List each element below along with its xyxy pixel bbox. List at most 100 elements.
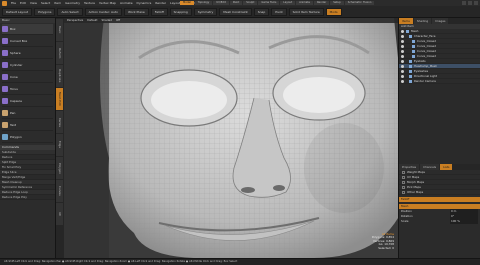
category-tab[interactable]: UV <box>56 203 63 225</box>
item-type-icon <box>412 39 415 43</box>
vertex-map-row[interactable]: Other Maps <box>399 190 480 195</box>
item-label: Curve_Closed <box>417 44 437 48</box>
visibility-eye-icon[interactable] <box>401 29 404 33</box>
visibility-eye-icon[interactable] <box>401 49 404 53</box>
toolbar-button[interactable]: Falloff <box>150 7 168 16</box>
layout-tab[interactable]: Render <box>314 1 330 5</box>
tool-label: Curved Box <box>10 39 28 43</box>
expand-checkbox-icon[interactable] <box>402 171 405 174</box>
visibility-eye-icon[interactable] <box>401 39 404 43</box>
menu-item[interactable]: Edit <box>18 1 28 5</box>
viewport-option[interactable]: Default <box>87 18 97 23</box>
tool-button[interactable]: Curved Box <box>2 36 53 47</box>
section-bar[interactable]: Falloff <box>399 197 480 202</box>
viewport-option[interactable]: Perspective <box>67 18 83 23</box>
category-tab[interactable]: Edge <box>56 134 63 156</box>
primitive-icon <box>2 122 8 128</box>
panel-tab[interactable]: Shading <box>413 18 432 24</box>
maximize-icon[interactable] <box>468 1 472 5</box>
category-tab[interactable]: Curves <box>56 180 63 202</box>
panel-tab[interactable]: Images <box>432 18 449 24</box>
close-icon[interactable] <box>474 1 478 5</box>
visibility-eye-icon[interactable] <box>401 64 404 68</box>
item-type-icon <box>412 49 415 53</box>
menu-item[interactable]: Render <box>153 1 168 5</box>
menu-item[interactable]: Animate <box>118 1 135 5</box>
layout-tab[interactable]: Layout <box>280 1 296 5</box>
toolbar-button[interactable]: Mods <box>325 7 342 16</box>
map-label: Morph Maps <box>407 180 425 184</box>
tool-button[interactable]: Polygon <box>2 132 53 143</box>
expand-checkbox-icon[interactable] <box>402 186 405 189</box>
layout-tab[interactable]: Animate <box>296 1 313 5</box>
field-value-input[interactable]: 100 % <box>450 219 478 224</box>
toolbar-button[interactable]: Solid Item Texture <box>288 7 324 16</box>
expand-checkbox-icon[interactable] <box>402 181 405 184</box>
command-item[interactable]: Reduce Edge Poly <box>0 195 55 200</box>
item-label: Curve_Closed <box>417 39 437 43</box>
visibility-eye-icon[interactable] <box>401 69 404 73</box>
visibility-eye-icon[interactable] <box>401 59 404 63</box>
tool-category-tabs: Basic Deform Duplicate Mesh Edit Vertex Edge P… <box>56 18 64 258</box>
category-tab[interactable]: Polygon <box>56 157 63 179</box>
tool-button[interactable]: Capsule <box>2 96 53 107</box>
visibility-eye-icon[interactable] <box>401 79 404 83</box>
menu-item[interactable]: Texture <box>82 1 97 5</box>
menu-item[interactable]: View <box>28 1 39 5</box>
item-type-icon <box>406 29 409 33</box>
layout-tab[interactable]: Model <box>180 1 194 5</box>
visibility-eye-icon[interactable] <box>401 54 404 58</box>
viewport-option[interactable]: Shaded <box>101 18 112 23</box>
expand-checkbox-icon[interactable] <box>402 191 405 194</box>
viewport-option[interactable]: Off <box>116 18 120 23</box>
tool-button[interactable]: Cylinder <box>2 60 53 71</box>
toolbar-button[interactable]: Work Plane <box>124 7 149 16</box>
tool-button[interactable]: Cone <box>2 72 53 83</box>
layout-tab[interactable]: Topology <box>194 1 213 5</box>
toolbar-button[interactable]: Pivot <box>271 7 287 16</box>
category-tab[interactable]: Basic <box>56 19 63 41</box>
tool-button[interactable]: Sphere <box>2 48 53 59</box>
visibility-eye-icon[interactable] <box>401 74 404 78</box>
toolbar-button[interactable]: Action Center: Auto <box>84 7 122 16</box>
menu-item[interactable]: Select <box>39 1 52 5</box>
toolbar-button[interactable]: Snap <box>253 7 270 16</box>
tool-button[interactable]: Torus <box>2 84 53 95</box>
layout-tab[interactable]: Sculpt <box>243 1 258 5</box>
3d-viewport[interactable]: Perspective Default Shaded Off All Items Po… <box>64 18 398 258</box>
tool-button[interactable]: Box <box>2 24 53 35</box>
menu-item[interactable]: Vertex Map <box>97 1 118 5</box>
category-tab[interactable]: Vertex <box>56 111 63 133</box>
category-tab[interactable]: Duplicate <box>56 65 63 87</box>
expand-checkbox-icon[interactable] <box>402 176 405 179</box>
layout-tab[interactable]: Game Tools <box>258 1 280 5</box>
toolbar-button[interactable]: Auto Select <box>57 7 83 16</box>
layout-tab[interactable]: Paint <box>229 1 243 5</box>
menu-item[interactable]: Geometry <box>63 1 82 5</box>
item-label: Eyelashes <box>414 69 429 73</box>
item-label: Mesh <box>411 29 419 33</box>
layout-tab[interactable]: Setup <box>330 1 344 5</box>
toolbar-button[interactable]: Polygons <box>34 7 56 16</box>
category-tab[interactable]: Mesh Edit <box>56 88 63 110</box>
toolbar-button[interactable]: Snapping <box>169 7 192 16</box>
toolbar-button[interactable]: Default Layout <box>2 7 33 16</box>
toolbar-button[interactable]: Mesh Constraint <box>219 7 252 16</box>
viewport-header[interactable]: Perspective Default Shaded Off <box>64 18 398 23</box>
toolbar-button[interactable]: Symmetry <box>193 7 218 16</box>
layout-tab[interactable]: UV/Edit <box>213 1 229 5</box>
layout-tab[interactable]: Schematic: Fusion <box>344 1 375 5</box>
visibility-eye-icon[interactable] <box>401 34 404 38</box>
map-label: Weight Maps <box>407 170 425 174</box>
visibility-eye-icon[interactable] <box>401 44 404 48</box>
menu-item[interactable]: File <box>9 1 18 5</box>
tool-button[interactable]: Text <box>2 120 53 131</box>
item-type-icon <box>409 34 412 38</box>
vertex-map-list: Weight Maps UV Maps Morph Maps Pick Maps Oth… <box>399 170 480 195</box>
menu-item[interactable]: Item <box>52 1 63 5</box>
item-label: Eyeballs <box>414 59 426 63</box>
minimize-icon[interactable] <box>462 1 466 5</box>
category-tab[interactable]: Deform <box>56 42 63 64</box>
tool-button[interactable]: Pen <box>2 108 53 119</box>
menu-item[interactable]: Dynamics <box>135 1 154 5</box>
